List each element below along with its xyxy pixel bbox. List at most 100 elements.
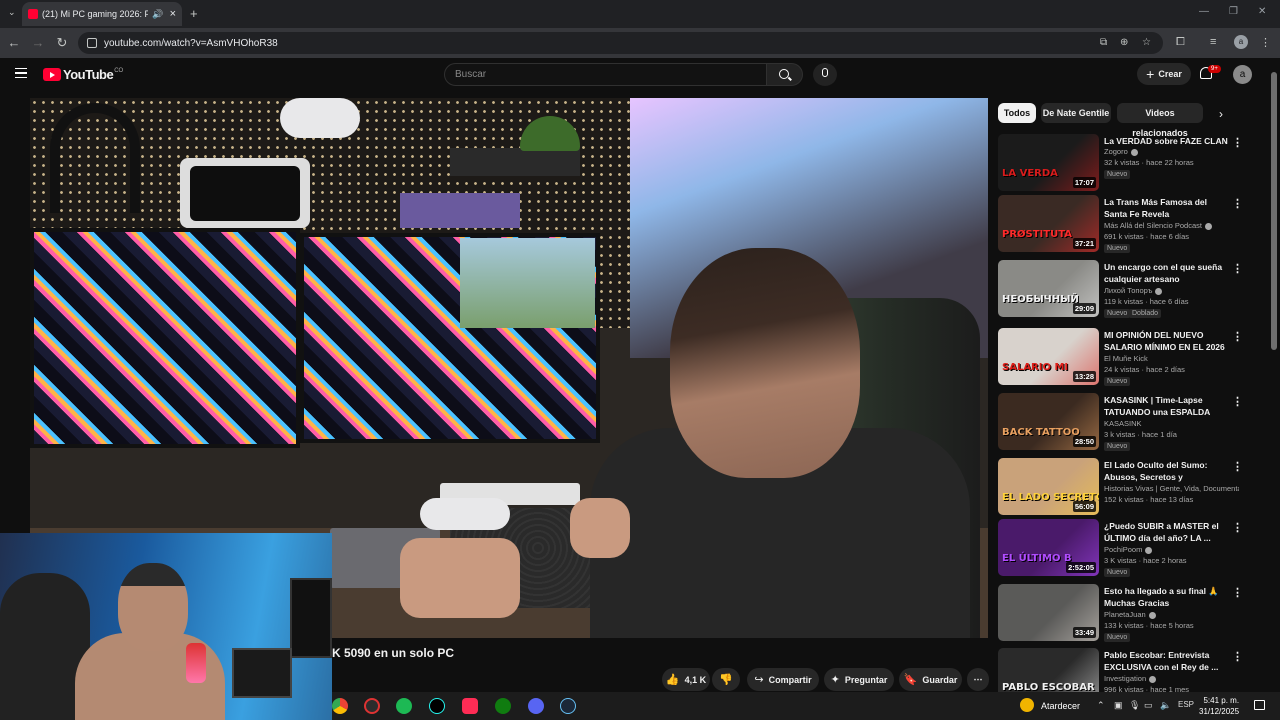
tab-groups-icon[interactable]: ≡: [1210, 36, 1216, 48]
tray-app-icon[interactable]: ▣: [1114, 700, 1123, 711]
tiktok-icon[interactable]: [429, 698, 445, 714]
weather-icon[interactable]: [1020, 698, 1034, 712]
tiktok-live-icon[interactable]: [462, 698, 478, 714]
like-button[interactable]: 👍 4,1 K: [662, 668, 710, 691]
recommendation-title[interactable]: Esto ha llegado a su final 🙏 Muchas Grac…: [1104, 585, 1229, 609]
recommendation-item[interactable]: EL LADO SECRETO 56:09 El Lado Oculto del S…: [998, 458, 1243, 518]
back-icon[interactable]: ←: [6, 35, 22, 50]
video-shelf: [450, 148, 580, 176]
install-app-icon[interactable]: ⧉: [1100, 37, 1107, 48]
more-options-icon[interactable]: ⋮: [1232, 197, 1243, 210]
reload-icon[interactable]: ↻: [54, 35, 70, 51]
video-thumbnail[interactable]: EL ÚLTIMO B 2:52:05: [998, 519, 1099, 576]
recommendation-item[interactable]: EL ÚLTIMO B 2:52:05 ¿Puedo SUBIR a MASTER …: [998, 519, 1243, 579]
spotify-icon[interactable]: [396, 698, 412, 714]
notification-center-icon[interactable]: [1254, 700, 1265, 710]
new-tab-icon[interactable]: +: [190, 6, 198, 21]
chip-todos[interactable]: Todos: [998, 103, 1036, 123]
discord-icon[interactable]: [528, 698, 544, 714]
search-input[interactable]: Buscar: [444, 63, 767, 86]
site-info-icon[interactable]: [87, 38, 97, 48]
restore-icon[interactable]: ❐: [1229, 6, 1238, 17]
channel-row[interactable]: KASASINK: [1104, 419, 1239, 428]
video-thumbnail[interactable]: НЕОБЫЧНЫЙ 29:09: [998, 260, 1099, 317]
close-window-icon[interactable]: ✕: [1258, 6, 1266, 17]
tray-language[interactable]: ESP: [1178, 700, 1194, 709]
recommendation-title[interactable]: Pablo Escobar: Entrevista EXCLUSIVA con …: [1104, 649, 1229, 673]
dislike-button[interactable]: 👎: [712, 668, 740, 691]
taskbar-clock[interactable]: 5:41 p. m. 31/12/2025: [1199, 695, 1239, 717]
ask-button[interactable]: ✦ Preguntar: [824, 668, 894, 691]
steam-icon[interactable]: [560, 698, 576, 714]
more-options-icon[interactable]: ⋮: [1232, 650, 1243, 663]
obs-icon[interactable]: [364, 698, 380, 714]
save-button[interactable]: 🔖 Guardar: [899, 668, 962, 691]
recommendation-title[interactable]: ¿Puedo SUBIR a MASTER el ÚLTIMO día del …: [1104, 520, 1229, 544]
close-tab-icon[interactable]: ×: [170, 8, 176, 20]
search-button[interactable]: [766, 63, 803, 86]
channel-row[interactable]: Investigation: [1104, 674, 1239, 683]
account-avatar[interactable]: a: [1233, 65, 1252, 84]
menu-kebab-icon[interactable]: ⋮: [1260, 36, 1271, 49]
chevron-right-icon[interactable]: ›: [1219, 107, 1223, 121]
page-scrollbar[interactable]: [1271, 72, 1277, 350]
chrome-icon[interactable]: [332, 698, 348, 714]
youtube-logo[interactable]: YouTube CO: [43, 67, 123, 82]
more-options-icon[interactable]: ⋮: [1232, 460, 1243, 473]
browser-tab[interactable]: (21) Mi PC gaming 2026: Pl 🔊 ×: [22, 2, 182, 26]
video-thumbnail[interactable]: EL LADO SECRETO 56:09: [998, 458, 1099, 515]
recommendation-title[interactable]: La Trans Más Famosa del Santa Fe Revela …: [1104, 196, 1229, 220]
share-button[interactable]: ↪ Compartir: [747, 668, 819, 691]
video-thumbnail[interactable]: PRØSTITUTA 37:21: [998, 195, 1099, 252]
channel-row[interactable]: Más Allá del Silencio Podcast: [1104, 221, 1239, 230]
recommendation-item[interactable]: 33:49 Esto ha llegado a su final 🙏 Muchas…: [998, 584, 1243, 644]
channel-row[interactable]: Zogoro: [1104, 147, 1239, 156]
tray-mic-icon[interactable]: 🎙: [1129, 700, 1140, 711]
speaker-icon[interactable]: 🔊: [152, 9, 163, 20]
recommendation-item[interactable]: LA VERDA 17:07 La VERDAD sobre FAZE CLAN Zo…: [998, 134, 1243, 194]
tray-network-icon[interactable]: ▭: [1144, 700, 1153, 711]
channel-row[interactable]: El Muñe Kick: [1104, 354, 1239, 363]
video-thumbnail[interactable]: SALARIO MI 13:28: [998, 328, 1099, 385]
recommendation-item[interactable]: НЕОБЫЧНЫЙ 29:09 Un encargo con el que sueñ…: [998, 260, 1243, 320]
video-thumbnail[interactable]: LA VERDA 17:07: [998, 134, 1099, 191]
recommendation-title[interactable]: El Lado Oculto del Sumo: Abusos, Secreto…: [1104, 459, 1229, 483]
recommendation-title[interactable]: MI OPINIÓN DEL NUEVO SALARIO MÍNIMO EN E…: [1104, 329, 1229, 353]
zoom-icon[interactable]: ⊕: [1120, 37, 1128, 48]
recommendation-item[interactable]: PRØSTITUTA 37:21 La Trans Más Famosa del S…: [998, 195, 1243, 255]
chip-videos-relacionados[interactable]: Videos relacionados: [1117, 103, 1203, 138]
bookmark-star-icon[interactable]: ☆: [1142, 37, 1151, 48]
create-button[interactable]: + Crear: [1137, 63, 1191, 85]
channel-row[interactable]: PlanetaJuan: [1104, 610, 1239, 619]
hamburger-menu-icon[interactable]: [15, 68, 27, 78]
video-thumbnail[interactable]: BACK TATTOO 28:50: [998, 393, 1099, 450]
tab-search-icon[interactable]: ⌄: [8, 7, 16, 18]
channel-row[interactable]: Historias Vivas | Gente, Vida, Documenta…: [1104, 484, 1239, 493]
tray-chevron-icon[interactable]: ⌃: [1097, 700, 1105, 711]
more-options-icon[interactable]: ⋮: [1232, 521, 1243, 534]
channel-row[interactable]: Лихой Топоръ: [1104, 286, 1239, 295]
extensions-icon[interactable]: ⧠: [1176, 36, 1185, 49]
more-options-icon[interactable]: ⋮: [1232, 262, 1243, 275]
more-options-icon[interactable]: ⋮: [1232, 136, 1243, 149]
recommendation-title[interactable]: La VERDAD sobre FAZE CLAN: [1104, 135, 1229, 147]
weather-label[interactable]: Atardecer: [1041, 701, 1080, 711]
voice-search-button[interactable]: [813, 63, 837, 86]
more-options-icon[interactable]: ⋮: [1232, 395, 1243, 408]
minimize-icon[interactable]: —: [1199, 6, 1209, 17]
channel-row[interactable]: PochiPoom: [1104, 545, 1239, 554]
forward-icon[interactable]: →: [30, 35, 46, 50]
recommendation-title[interactable]: KASASINK | Time-Lapse TATUANDO una ESPAL…: [1104, 394, 1229, 418]
tray-volume-icon[interactable]: 🔈: [1160, 700, 1171, 711]
more-actions-button[interactable]: ⋯: [967, 668, 989, 691]
recommendation-item[interactable]: BACK TATTOO 28:50 KASASINK | Time-Lapse TA…: [998, 393, 1243, 453]
xbox-icon[interactable]: [495, 698, 511, 714]
more-options-icon[interactable]: ⋮: [1232, 586, 1243, 599]
chip-de-nate-gentile[interactable]: De Nate Gentile: [1041, 103, 1111, 123]
recommendation-item[interactable]: SALARIO MI 13:28 MI OPINIÓN DEL NUEVO SALA…: [998, 328, 1243, 388]
address-bar[interactable]: youtube.com/watch?v=AsmVHOhoR38 ⧉ ⊕ ☆: [78, 32, 1163, 54]
video-thumbnail[interactable]: 33:49: [998, 584, 1099, 641]
profile-avatar[interactable]: a: [1234, 35, 1248, 49]
recommendation-title[interactable]: Un encargo con el que sueña cualquier ar…: [1104, 261, 1229, 285]
more-options-icon[interactable]: ⋮: [1232, 330, 1243, 343]
